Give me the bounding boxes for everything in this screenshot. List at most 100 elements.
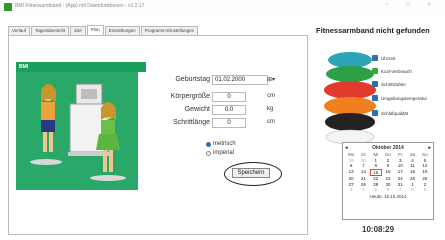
radio-imperial[interactable]: imperial — [206, 150, 234, 156]
prev-month-button[interactable]: ◂ — [345, 145, 348, 151]
calendar-grid: Mo Di Mi Do Fr Sa So 29 30 1 2 3 4 5 6 7… — [345, 152, 431, 192]
calendar-day[interactable]: 30 — [357, 158, 369, 163]
tab-verlauf[interactable]: Verlauf — [8, 26, 31, 35]
calendar-day[interactable]: 4 — [357, 187, 369, 192]
calendar-day[interactable]: 11 — [406, 163, 418, 168]
day-header: Mi — [373, 152, 379, 157]
radio-metric-label: metrisch — [213, 141, 236, 147]
tab-ziel[interactable]: Ziel — [70, 26, 86, 35]
weight-unit: kg — [267, 106, 274, 112]
weight-label: Gewicht — [184, 106, 210, 113]
day-header: Di — [361, 152, 366, 157]
height-unit: cm — [267, 93, 275, 99]
tab-programm-einstellungen[interactable]: Programm-Einstellungen — [140, 26, 199, 35]
clock: 10:08:29 — [362, 225, 395, 234]
calendar-day[interactable]: 1 — [406, 182, 418, 187]
day-header: So — [422, 152, 428, 157]
calendar-day[interactable]: 19 — [419, 169, 431, 176]
calendar-day[interactable]: 27 — [345, 182, 357, 187]
weight-field[interactable]: 0.0 — [212, 105, 246, 115]
calendar-day[interactable]: 21 — [357, 176, 369, 181]
calendar-day[interactable]: 10 — [394, 163, 406, 168]
birthday-field[interactable]: 01.02.2000 — [212, 75, 268, 85]
calendar-day[interactable]: 7 — [357, 163, 369, 168]
calendar-day-today[interactable]: 15 — [369, 168, 382, 176]
calendar-day[interactable]: 30 — [382, 182, 394, 187]
calendar-day[interactable]: 8 — [406, 187, 418, 192]
radio-unchecked-icon — [206, 150, 211, 156]
calendar-day[interactable]: 9 — [419, 187, 431, 192]
calendar-dropdown-icon[interactable]: ⊞▾ — [267, 76, 275, 83]
window-controls[interactable]: − □ × — [385, 2, 439, 8]
calendar-day[interactable]: 23 — [382, 176, 394, 181]
bmi-header: BMI — [16, 62, 146, 72]
radio-metric[interactable]: metrisch — [206, 141, 236, 147]
app-icon — [4, 3, 12, 11]
save-button[interactable]: Speichern — [232, 168, 270, 178]
window-title: BMI Fitnessarmband - (App) mit Datenfunk… — [15, 3, 145, 9]
feature-kcal: Kcal-Verbrauch — [372, 68, 412, 74]
calendar-day[interactable]: 6 — [345, 163, 357, 168]
calendar-day[interactable]: 16 — [382, 169, 394, 176]
calendar-day[interactable]: 6 — [382, 187, 394, 192]
calendar-day[interactable]: 20 — [345, 176, 357, 181]
calendar-day[interactable]: 26 — [419, 176, 431, 181]
next-month-button[interactable]: ▸ — [428, 145, 431, 151]
calendar-day[interactable]: 1 — [370, 158, 382, 163]
calendar-day[interactable]: 9 — [382, 163, 394, 168]
calendar-day[interactable]: 31 — [394, 182, 406, 187]
calendar-day[interactable]: 22 — [370, 176, 382, 181]
day-header: Mo — [348, 152, 355, 157]
calendar-day[interactable]: 5 — [419, 158, 431, 163]
calendar-day[interactable]: 29 — [370, 182, 382, 187]
calendar-day[interactable]: 14 — [357, 169, 369, 176]
tab-tagesuebersicht[interactable]: Tagesübersicht — [31, 26, 70, 35]
calendar-month: Oktober 2014 — [372, 145, 404, 151]
calendar-day[interactable]: 25 — [406, 176, 418, 181]
title-bar: BMI Fitnessarmband - (App) mit Datenfunk… — [0, 0, 445, 14]
calendar: ◂ Oktober 2014 ▸ Mo Di Mi Do Fr Sa So 29… — [342, 142, 434, 220]
tab-plan[interactable]: Plan — [86, 25, 104, 35]
day-header: Sa — [409, 152, 416, 157]
height-label: Körpergröße — [170, 93, 210, 100]
calendar-day[interactable]: 5 — [370, 187, 382, 192]
calendar-day[interactable]: 2 — [382, 158, 394, 163]
calendar-day[interactable]: 13 — [345, 169, 357, 176]
calendar-day[interactable]: 17 — [394, 169, 406, 176]
calendar-header: ◂ Oktober 2014 ▸ — [345, 145, 431, 151]
radio-imperial-label: imperial — [213, 150, 235, 156]
feature-schlaf: Schlafqualität — [372, 110, 408, 116]
calendar-day[interactable]: 2 — [419, 182, 431, 187]
device-status-title: Fitnessarmband nicht gefunden — [316, 26, 430, 35]
feature-uhrzeit: Uhrzeit — [372, 55, 395, 61]
calendar-day[interactable]: 24 — [394, 176, 406, 181]
calendar-day[interactable]: 29 — [345, 158, 357, 163]
kcal-icon — [372, 68, 378, 74]
calendar-day[interactable]: 7 — [394, 187, 406, 192]
radio-checked-icon — [206, 141, 211, 147]
tab-einstellungen[interactable]: Einstellungen — [104, 26, 140, 35]
day-header: Fr — [398, 152, 403, 157]
day-header: Do — [385, 152, 391, 157]
feature-schrittzaehler: Schrittzähler — [372, 81, 406, 87]
bmi-illustration — [16, 72, 138, 190]
calendar-day[interactable]: 3 — [394, 158, 406, 163]
thermometer-icon — [372, 95, 378, 101]
calendar-day[interactable]: 18 — [406, 169, 418, 176]
calendar-day[interactable]: 8 — [370, 163, 382, 168]
calendar-today-label[interactable]: Heute: 15.10.2014 — [345, 194, 431, 199]
clock-icon — [372, 55, 378, 61]
calendar-day[interactable]: 28 — [357, 182, 369, 187]
step-length-unit: cm — [267, 119, 275, 125]
calendar-day[interactable]: 4 — [406, 158, 418, 163]
birthday-label: Geburtstag — [175, 76, 210, 83]
sleep-icon — [372, 110, 378, 116]
fitness-band-image — [324, 52, 376, 145]
calendar-day[interactable]: 3 — [345, 187, 357, 192]
calendar-day[interactable]: 12 — [419, 163, 431, 168]
step-length-label: Schrittlänge — [173, 119, 210, 126]
step-length-field[interactable]: 0 — [212, 118, 246, 128]
feature-temperatur: Umgebungstemperatur — [372, 95, 427, 101]
steps-icon — [372, 81, 378, 87]
height-field[interactable]: 0 — [212, 92, 246, 102]
